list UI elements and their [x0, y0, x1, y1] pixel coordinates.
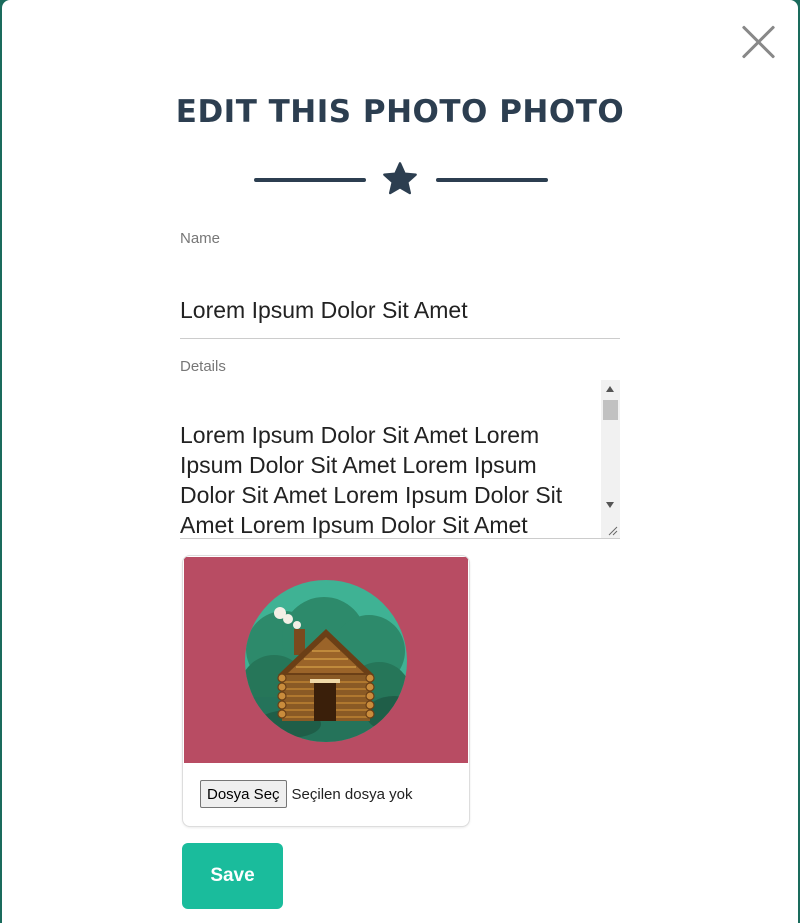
name-label: Name [180, 230, 221, 247]
details-label: Details [180, 358, 226, 375]
resize-grip-icon[interactable] [606, 524, 618, 536]
scroll-up-arrow-icon[interactable] [606, 386, 614, 392]
title-divider [254, 160, 550, 200]
file-status-text: Seçilen dosya yok [291, 785, 413, 803]
details-scrollbar[interactable] [601, 380, 620, 538]
log-cabin-icon [245, 580, 407, 742]
star-icon [383, 162, 417, 195]
name-input[interactable] [180, 282, 620, 339]
close-icon[interactable] [738, 22, 778, 62]
scroll-down-arrow-icon[interactable] [606, 502, 614, 508]
save-button[interactable]: Save [182, 843, 283, 909]
details-textarea[interactable]: Lorem Ipsum Dolor Sit Amet Lorem Ipsum D… [180, 380, 620, 539]
divider-line-right [436, 178, 548, 182]
edit-photo-modal: EDIT THIS PHOTO PHOTO Name Details Lorem… [2, 0, 798, 923]
scrollbar-thumb[interactable] [603, 400, 618, 420]
modal-title: EDIT THIS PHOTO PHOTO [175, 94, 625, 130]
divider-line-left [254, 178, 366, 182]
photo-preview [184, 557, 468, 763]
details-text: Lorem Ipsum Dolor Sit Amet Lorem Ipsum D… [180, 422, 563, 538]
choose-file-button[interactable]: Dosya Seç [200, 780, 287, 808]
photo-upload-card: Dosya Seç Seçilen dosya yok [182, 555, 470, 827]
file-input: Dosya Seç Seçilen dosya yok [200, 780, 412, 808]
